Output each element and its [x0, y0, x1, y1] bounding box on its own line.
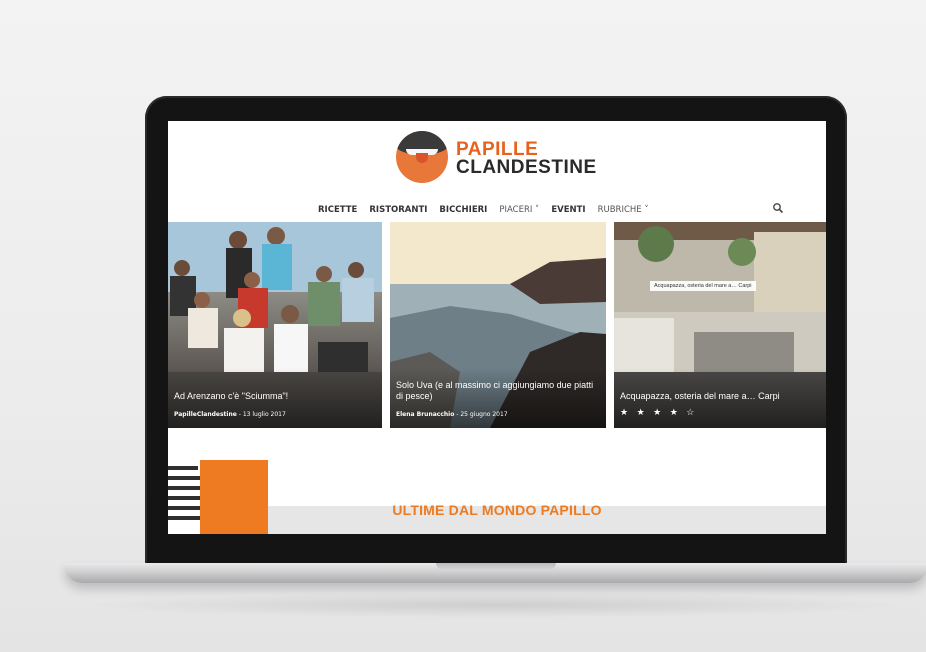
- featured-grid: Ad Arenzano c'è "Sciumma"! PapilleClande…: [168, 222, 826, 428]
- featured-card[interactable]: Ad Arenzano c'è "Sciumma"! PapilleClande…: [168, 222, 382, 428]
- card-date: 25 giugno 2017: [460, 411, 508, 418]
- rating-stars: ★ ★ ★ ★ ☆: [620, 407, 698, 417]
- decorative-block: [200, 460, 268, 534]
- section-title: ULTIME DAL MONDO PAPILLO: [392, 502, 602, 518]
- card-date: 13 luglio 2017: [242, 411, 286, 418]
- card-author[interactable]: Elena Brunacchio: [396, 411, 454, 418]
- card-author[interactable]: PapilleClandestine: [174, 411, 237, 418]
- main-nav: RICETTE RISTORANTI BICCHIERI PIACERI ˅ E…: [318, 201, 649, 219]
- nav-item-ricette[interactable]: RICETTE: [318, 205, 357, 215]
- card-meta: Elena Brunacchio - 25 giugno 2017: [396, 411, 508, 418]
- featured-card[interactable]: Solo Uva (e al massimo ci aggiungiamo du…: [390, 222, 606, 428]
- nav-item-piaceri[interactable]: PIACERI ˅: [499, 205, 539, 215]
- nav-item-ristoranti[interactable]: RISTORANTI: [369, 205, 427, 215]
- nav-item-rubriche[interactable]: RUBRICHE ˅: [598, 205, 649, 215]
- card-title[interactable]: Ad Arenzano c'è "Sciumma"!: [174, 391, 376, 402]
- card-title[interactable]: Solo Uva (e al massimo ci aggiungiamo du…: [396, 380, 600, 402]
- card-meta: PapilleClandestine - 13 luglio 2017: [174, 411, 286, 418]
- site-logo[interactable]: PAPILLE CLANDESTINE: [396, 131, 606, 191]
- latest-section: ULTIME DAL MONDO PAPILLO: [168, 430, 826, 534]
- photo-tag: Acquapazza, osteria del mare a… Carpi: [650, 281, 756, 291]
- featured-card[interactable]: Acquapazza, osteria del mare a… Carpi Ac…: [614, 222, 826, 428]
- nav-item-bicchieri[interactable]: BICCHIERI: [439, 205, 487, 215]
- laptop-notch: [436, 563, 556, 570]
- nav-item-eventi[interactable]: EVENTI: [551, 205, 585, 215]
- card-title[interactable]: Acquapazza, osteria del mare a… Carpi: [620, 391, 820, 402]
- search-icon[interactable]: [772, 202, 784, 214]
- logo-line-2: CLANDESTINE: [456, 157, 597, 178]
- laptop-screen: PAPILLE CLANDESTINE RICETTE RISTORANTI B…: [168, 121, 826, 534]
- laptop-shadow: [80, 592, 910, 618]
- mouth-icon: [396, 131, 448, 183]
